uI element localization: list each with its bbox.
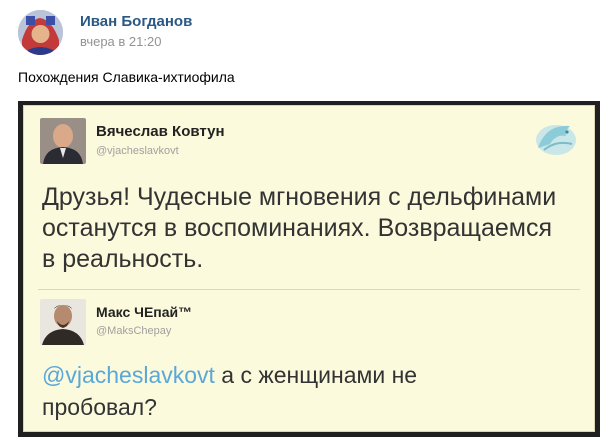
tweet-reply-text-line: @vjacheslavkovt а с женщинами не: [42, 359, 417, 391]
tweet-screenshot: Вячеслав Ковтун @vjacheslavkovt Друзья! …: [23, 105, 595, 432]
post-timestamp[interactable]: вчера в 21:20: [80, 34, 161, 49]
avatar[interactable]: [18, 10, 63, 55]
mention-link[interactable]: @vjacheslavkovt: [42, 362, 215, 388]
post-author-link[interactable]: Иван Богданов: [80, 13, 192, 30]
tweet-avatar: [40, 118, 86, 164]
tweet-text: Друзья! Чудесные мгновения с дельфинами …: [42, 182, 556, 275]
tweet-reply-author-handle: @MaksChepay: [96, 325, 172, 337]
tweet-text-line: Друзья! Чудесные мгновения с дельфинами: [42, 183, 557, 211]
tweet-reply-author-name: Макс ЧЕпай™: [96, 304, 193, 320]
tweet-reply-text-line: пробовал?: [42, 394, 157, 420]
twitter-bird-icon: [526, 110, 582, 166]
post-text: Похождения Славика-ихтиофила: [18, 69, 235, 85]
tweet-divider: [38, 289, 580, 290]
tweet-text-line: в реальность.: [42, 245, 204, 273]
tweet-reply-text-fragment: а с женщинами не: [214, 362, 418, 388]
tweet-reply-text: @vjacheslavkovt а с женщинами не пробова…: [42, 359, 417, 423]
post-image[interactable]: Вячеслав Ковтун @vjacheslavkovt Друзья! …: [18, 101, 600, 437]
tweet-author-name: Вячеслав Ковтун: [96, 123, 225, 140]
tweet-reply-avatar: [40, 299, 86, 345]
tweet-text-line: останутся в воспоминаниях. Возвращаемся: [42, 214, 553, 242]
tweet-author-handle: @vjacheslavkovt: [96, 145, 179, 157]
